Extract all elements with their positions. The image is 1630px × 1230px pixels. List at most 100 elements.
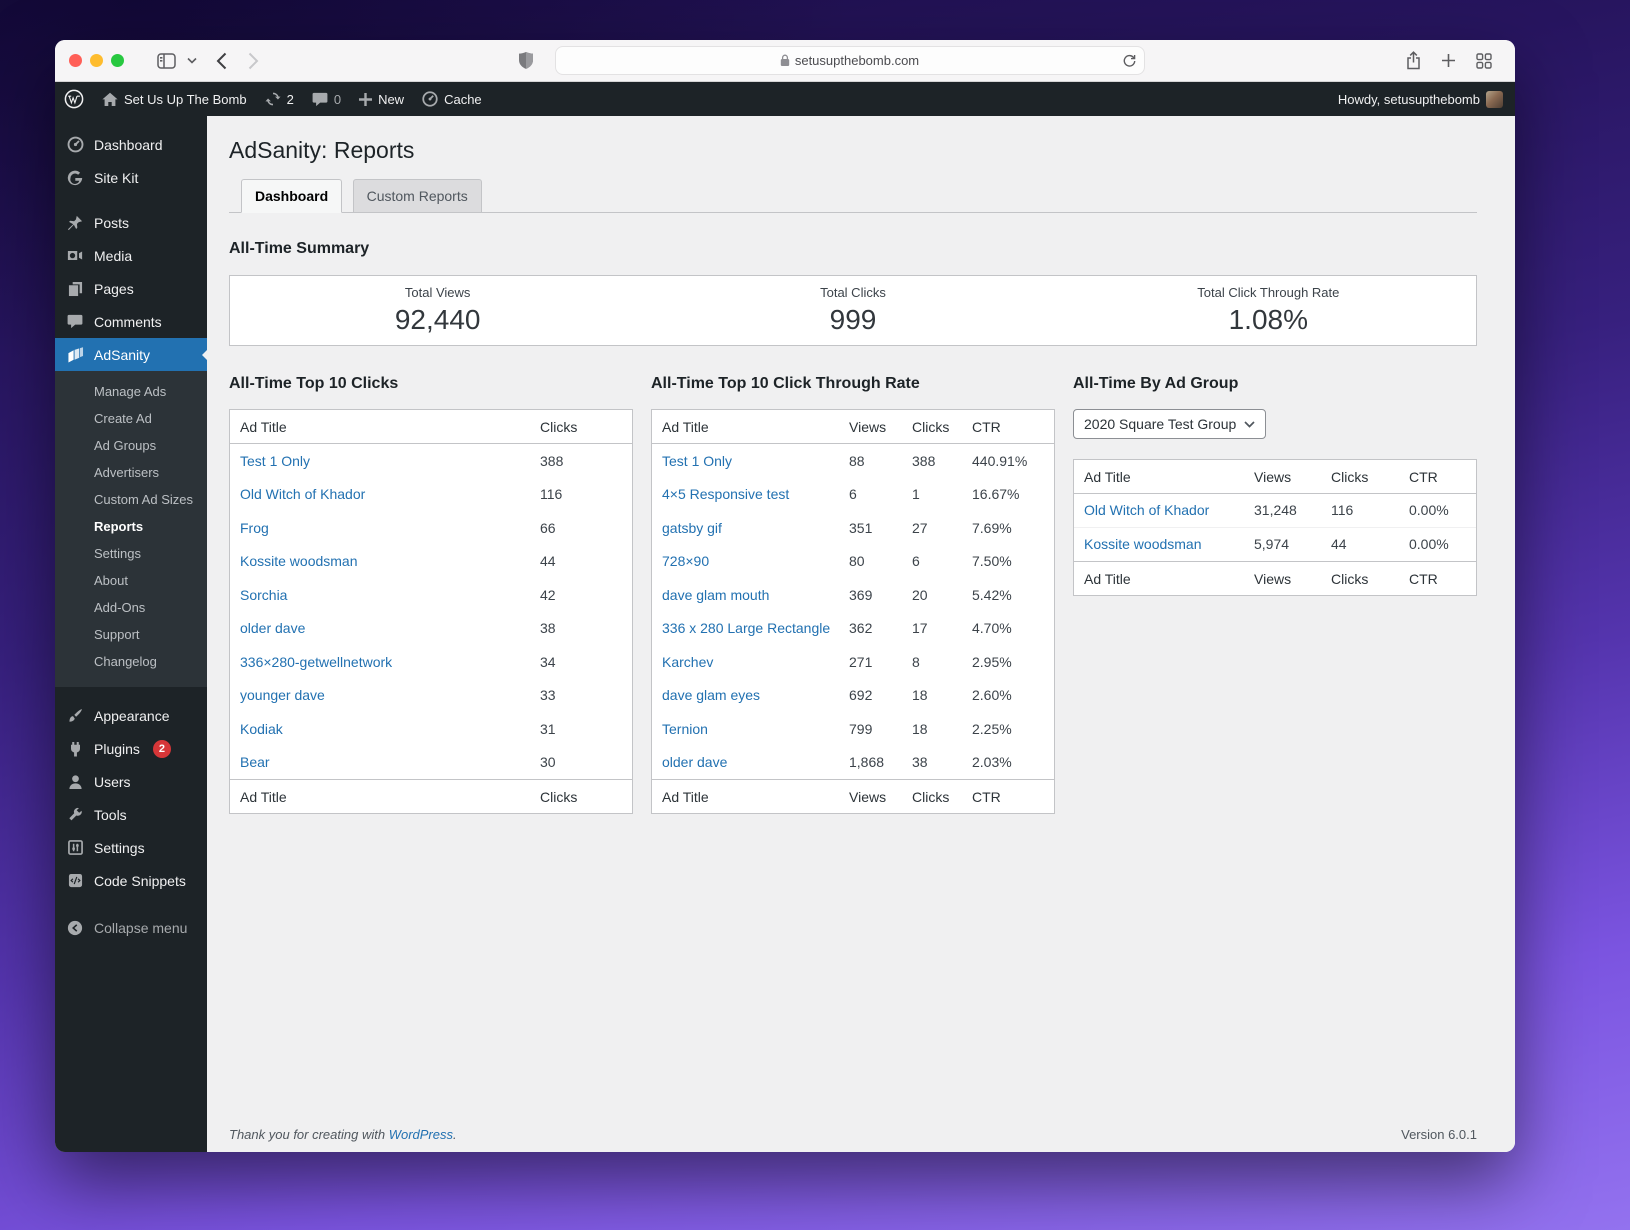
sidebar-item-label: Tools bbox=[94, 807, 127, 823]
clicks-value: 30 bbox=[540, 754, 622, 770]
user-avatar bbox=[1486, 91, 1503, 108]
ad-title-link[interactable]: 728×90 bbox=[662, 553, 709, 569]
submenu-support[interactable]: Support bbox=[55, 621, 207, 648]
sidebar-item-adsanity[interactable]: AdSanity bbox=[55, 338, 207, 371]
views-value: 799 bbox=[849, 721, 912, 737]
zoom-window-button[interactable] bbox=[111, 54, 124, 67]
ad-title-link[interactable]: Frog bbox=[240, 520, 269, 536]
reports-tab-bar: Dashboard Custom Reports bbox=[229, 179, 1477, 213]
submenu-advertisers[interactable]: Advertisers bbox=[55, 459, 207, 486]
ad-title-link[interactable]: Test 1 Only bbox=[662, 453, 732, 469]
ad-title-link[interactable]: Sorchia bbox=[240, 587, 287, 603]
views-value: 31,248 bbox=[1254, 502, 1331, 518]
ad-title-link[interactable]: Old Witch of Khador bbox=[240, 486, 365, 502]
address-bar[interactable]: setusupthebomb.com bbox=[555, 46, 1145, 75]
privacy-shield-icon[interactable] bbox=[518, 51, 534, 70]
ad-title-link[interactable]: Karchev bbox=[662, 654, 713, 670]
wordpress-link[interactable]: WordPress bbox=[389, 1127, 453, 1142]
dashboard-gauge-icon bbox=[65, 136, 85, 153]
comments-count: 0 bbox=[334, 92, 341, 107]
table-row: Test 1 Only 88 388 440.91% bbox=[652, 444, 1054, 478]
site-name-label: Set Us Up The Bomb bbox=[124, 92, 247, 107]
ad-title-link[interactable]: dave glam mouth bbox=[662, 587, 769, 603]
ad-title-link[interactable]: older dave bbox=[662, 754, 727, 770]
ad-title-link[interactable]: dave glam eyes bbox=[662, 687, 760, 703]
metric-label: Total Clicks bbox=[820, 285, 886, 300]
forward-button[interactable] bbox=[248, 52, 259, 70]
submenu-custom-ad-sizes[interactable]: Custom Ad Sizes bbox=[55, 486, 207, 513]
ad-title-link[interactable]: Kossite woodsman bbox=[240, 553, 358, 569]
sidebar-item-posts[interactable]: Posts bbox=[55, 206, 207, 239]
wp-logo-menu[interactable] bbox=[55, 82, 93, 116]
ad-title-link[interactable]: Test 1 Only bbox=[240, 453, 310, 469]
ad-title-link[interactable]: gatsby gif bbox=[662, 520, 722, 536]
sidebar-item-users[interactable]: Users bbox=[55, 765, 207, 798]
submenu-create-ad[interactable]: Create Ad bbox=[55, 405, 207, 432]
ad-title-link[interactable]: 336×280-getwellnetwork bbox=[240, 654, 392, 670]
ad-title-link[interactable]: younger dave bbox=[240, 687, 325, 703]
updates-menu[interactable]: 2 bbox=[256, 82, 303, 116]
sidebar-item-settings[interactable]: Settings bbox=[55, 831, 207, 864]
cache-menu[interactable]: Cache bbox=[413, 82, 491, 116]
clicks-value: 6 bbox=[912, 553, 972, 569]
sidebar-item-tools[interactable]: Tools bbox=[55, 798, 207, 831]
views-value: 80 bbox=[849, 553, 912, 569]
ad-title-link[interactable]: Ternion bbox=[662, 721, 708, 737]
table-row: older dave 1,868 38 2.03% bbox=[652, 746, 1054, 780]
submenu-about[interactable]: About bbox=[55, 567, 207, 594]
collapse-arrow-icon bbox=[65, 920, 85, 936]
tab-overview-icon[interactable] bbox=[1476, 53, 1492, 69]
active-menu-notch bbox=[197, 350, 207, 360]
sidebar-item-appearance[interactable]: Appearance bbox=[55, 699, 207, 732]
new-tab-icon[interactable] bbox=[1441, 53, 1456, 68]
new-content-menu[interactable]: New bbox=[350, 82, 413, 116]
site-name-menu[interactable]: Set Us Up The Bomb bbox=[93, 82, 256, 116]
sidebar-item-dashboard[interactable]: Dashboard bbox=[55, 128, 207, 161]
sidebar-item-code-snippets[interactable]: Code Snippets bbox=[55, 864, 207, 897]
back-button[interactable] bbox=[216, 52, 227, 70]
ad-title-link[interactable]: Bear bbox=[240, 754, 270, 770]
ad-title-link[interactable]: 4×5 Responsive test bbox=[662, 486, 789, 502]
sidebar-item-pages[interactable]: Pages bbox=[55, 272, 207, 305]
submenu-changelog[interactable]: Changelog bbox=[55, 648, 207, 675]
sidebar-item-site-kit[interactable]: Site Kit bbox=[55, 161, 207, 194]
close-window-button[interactable] bbox=[69, 54, 82, 67]
comments-bubble-icon bbox=[65, 314, 85, 329]
sidebar-item-plugins[interactable]: Plugins 2 bbox=[55, 732, 207, 765]
tab-custom-reports[interactable]: Custom Reports bbox=[353, 179, 482, 213]
submenu-ad-groups[interactable]: Ad Groups bbox=[55, 432, 207, 459]
views-value: 5,974 bbox=[1254, 536, 1331, 552]
minimize-window-button[interactable] bbox=[90, 54, 103, 67]
submenu-manage-ads[interactable]: Manage Ads bbox=[55, 378, 207, 405]
ad-title-link[interactable]: Old Witch of Khador bbox=[1084, 502, 1209, 518]
submenu-reports[interactable]: Reports bbox=[55, 513, 207, 540]
ctr-value: 2.03% bbox=[972, 754, 1044, 770]
my-account-menu[interactable]: Howdy, setusupthebomb bbox=[1329, 91, 1503, 108]
sidebar-item-comments[interactable]: Comments bbox=[55, 305, 207, 338]
ad-title-link[interactable]: 336 x 280 Large Rectangle bbox=[662, 620, 830, 636]
share-icon[interactable] bbox=[1406, 51, 1421, 70]
submenu-settings[interactable]: Settings bbox=[55, 540, 207, 567]
clicks-value: 18 bbox=[912, 721, 972, 737]
submenu-add-ons[interactable]: Add-Ons bbox=[55, 594, 207, 621]
ad-title-link[interactable]: older dave bbox=[240, 620, 305, 636]
ad-group-select[interactable]: 2020 Square Test Group bbox=[1073, 409, 1266, 439]
sidebar-item-media[interactable]: Media bbox=[55, 239, 207, 272]
comment-bubble-icon bbox=[312, 92, 328, 107]
col-footer-clicks: Clicks bbox=[912, 789, 972, 805]
comments-menu[interactable]: 0 bbox=[303, 82, 350, 116]
lock-icon bbox=[780, 54, 790, 67]
table-row: older dave 38 bbox=[230, 612, 632, 646]
col-footer-ad-title: Ad Title bbox=[240, 789, 540, 805]
sidebar-toggle-icon[interactable] bbox=[157, 53, 176, 69]
chevron-down-icon[interactable] bbox=[187, 57, 197, 64]
adsanity-submenu: Manage Ads Create Ad Ad Groups Advertise… bbox=[55, 371, 207, 687]
collapse-menu-button[interactable]: Collapse menu bbox=[55, 911, 207, 944]
ad-title-link[interactable]: Kossite woodsman bbox=[1084, 536, 1202, 552]
ctr-value: 440.91% bbox=[972, 453, 1044, 469]
tab-dashboard[interactable]: Dashboard bbox=[241, 179, 342, 213]
reload-icon[interactable] bbox=[1123, 54, 1136, 68]
ctr-value: 7.50% bbox=[972, 553, 1044, 569]
table-row: Old Witch of Khador 31,248 116 0.00% bbox=[1074, 494, 1476, 528]
ad-title-link[interactable]: Kodiak bbox=[240, 721, 283, 737]
